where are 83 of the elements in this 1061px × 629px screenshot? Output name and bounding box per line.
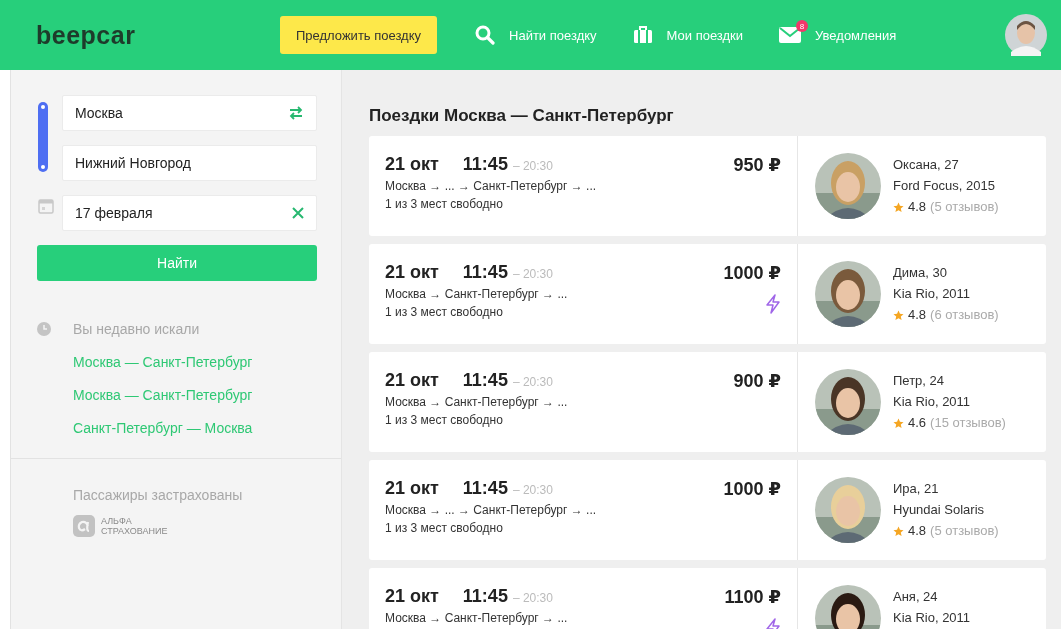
trip-card[interactable]: 21 окт 11:45 – 20:30 Москва → Санкт-Петербург → ... 1100 ₽ <box>369 568 798 629</box>
driver-card[interactable]: Петр, 24 Kia Rio, 2011 4.6 (15 отзывов) <box>798 352 1046 452</box>
alpha-logo-icon <box>73 515 95 537</box>
arrival-time: – 20:30 <box>512 375 553 389</box>
swap-icon[interactable] <box>288 106 304 120</box>
clear-icon[interactable] <box>292 207 304 219</box>
trip-date: 21 окт <box>385 370 439 391</box>
trip-route: Москва → Санкт-Петербург → ... <box>385 611 568 625</box>
car-model: Kia Rio, 2011 <box>893 394 972 410</box>
trip-route: Москва → ... → Санкт-Петербург → ... <box>385 503 597 517</box>
offer-ride-button[interactable]: Предложить поездку <box>280 16 438 54</box>
departure-time: 11:45 <box>462 478 508 499</box>
star-icon <box>893 309 904 321</box>
trip-price: 1000 ₽ <box>723 478 781 500</box>
trip-date: 21 окт <box>385 262 439 283</box>
trip-route: Москва → ... → Санкт-Петербург → ... <box>385 179 597 193</box>
driver-name: Оксана, 27 <box>893 157 960 173</box>
seats-available: 1 из 3 мест свободно <box>385 521 504 535</box>
departure-time: 11:45 <box>462 262 508 283</box>
trip-price: 1000 ₽ <box>723 262 781 284</box>
trip-date: 21 окт <box>385 154 439 175</box>
search-icon <box>475 25 496 45</box>
trip-route: Москва → Санкт-Петербург → ... <box>385 287 568 301</box>
trip-card[interactable]: 21 окт 11:45 – 20:30 Москва → Санкт-Петербург → ... 1 из 3 мест свободно 900 ₽ <box>369 352 798 452</box>
trip-price: 1100 ₽ <box>724 586 781 608</box>
departure-time: 11:45 <box>462 370 508 391</box>
car-model: Kia Rio, 2011 <box>893 286 972 302</box>
to-field[interactable]: Нижний Новгород <box>62 145 317 181</box>
seats-available: 1 из 3 мест свободно <box>385 413 504 427</box>
review-count: (6 отзывов) <box>930 307 999 323</box>
driver-card[interactable]: Ира, 21 Hyundai Solaris 4.8 (5 отзывов) <box>798 460 1046 560</box>
driver-card[interactable]: Дима, 30 Kia Rio, 2011 4.8 (6 отзывов) <box>798 244 1046 344</box>
seats-available: 1 из 3 мест свободно <box>385 305 504 319</box>
car-model: Ford Focus, 2015 <box>893 178 996 194</box>
review-count: (5 отзывов) <box>930 199 999 215</box>
calendar-icon <box>38 198 54 214</box>
seats-available: 1 из 3 мест свободно <box>385 197 504 211</box>
rating-value: 4.8 <box>908 523 927 539</box>
trip-date: 21 окт <box>385 478 439 499</box>
driver-card[interactable]: Оксана, 27 Ford Focus, 2015 4.8 (5 отзывов) <box>798 136 1046 236</box>
clock-icon <box>37 322 51 336</box>
trip-card[interactable]: 21 окт 11:45 – 20:30 Москва → ... → Санкт-Петербург → ... 1 из 3 мест свободно 950 ₽ <box>369 136 798 236</box>
star-icon <box>893 201 904 213</box>
car-model: Kia Rio, 2011 <box>893 610 971 626</box>
results-title: Поездки Москва — Санкт-Петербург <box>369 105 675 127</box>
envelope-icon <box>779 27 802 43</box>
arrival-time: – 20:30 <box>512 591 553 605</box>
route-line-icon <box>38 102 48 172</box>
rating-value: 4.8 <box>908 199 927 215</box>
logo-text: СТРАХОВАНИЕ <box>101 526 168 536</box>
date-field[interactable]: 17 февраля <box>62 195 317 231</box>
arrival-time: – 20:30 <box>512 267 553 281</box>
star-icon <box>893 417 904 429</box>
logo-text: АЛЬФА <box>101 516 133 526</box>
arrival-time: – 20:30 <box>512 159 553 173</box>
star-icon <box>893 525 904 537</box>
recent-searches-title: Вы недавно искали <box>73 321 200 337</box>
driver-card[interactable]: Аня, 24 Kia Rio, 2011 <box>798 568 1046 629</box>
trip-card[interactable]: 21 окт 11:45 – 20:30 Москва → Санкт-Петербург → ... 1 из 3 мест свободно 1000 ₽ <box>369 244 798 344</box>
nav-link[interactable]: 8 Уведомления <box>779 17 897 45</box>
driver-name: Аня, 24 <box>893 589 939 605</box>
departure-time: 11:45 <box>462 154 508 175</box>
rating-value: 4.8 <box>908 307 927 323</box>
driver-name: Дима, 30 <box>893 265 948 281</box>
review-count: (15 отзывов) <box>930 415 1006 431</box>
arrival-time: – 20:30 <box>512 483 553 497</box>
review-count: (5 отзывов) <box>930 523 999 539</box>
trip-card[interactable]: 21 окт 11:45 – 20:30 Москва → ... → Санкт-Петербург → ... 1 из 3 мест свободно 1000 ₽ <box>369 460 798 560</box>
trip-route: Москва → Санкт-Петербург → ... <box>385 395 568 409</box>
logo[interactable]: beepcar <box>36 20 280 50</box>
departure-time: 11:45 <box>462 586 508 607</box>
trip-price: 900 ₽ <box>733 370 781 392</box>
trip-price: 950 ₽ <box>733 154 781 176</box>
lightning-icon <box>765 294 781 314</box>
car-model: Hyundai Solaris <box>893 502 986 518</box>
insurance-text: Пассажиры застрахованы <box>73 487 244 503</box>
from-field[interactable]: Москва <box>62 95 317 131</box>
rating-value: 4.6 <box>908 415 927 431</box>
trip-date: 21 окт <box>385 586 439 607</box>
driver-name: Ира, 21 <box>893 481 940 497</box>
suitcase-icon <box>632 26 653 44</box>
notification-badge: 8 <box>796 20 809 32</box>
driver-name: Петр, 24 <box>893 373 945 389</box>
